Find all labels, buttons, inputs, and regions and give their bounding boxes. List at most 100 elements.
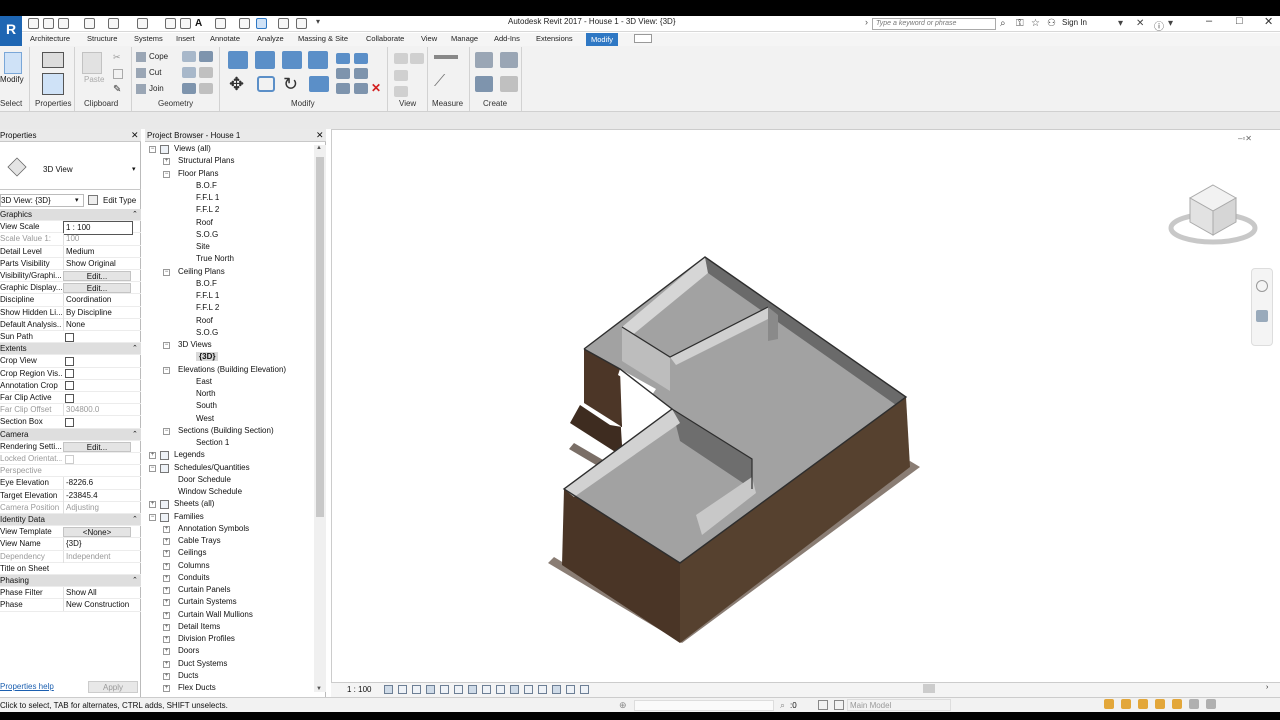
modify-tool-icon[interactable] <box>4 52 22 74</box>
expand-node-icon[interactable]: + <box>163 672 170 680</box>
property-value[interactable]: By Discipline <box>63 306 133 319</box>
browser-item[interactable]: F.F.L 2 <box>196 205 219 214</box>
close-window-icon[interactable]: ✕ <box>1264 15 1273 28</box>
collapse-group-icon[interactable]: ⌃ <box>132 515 138 523</box>
properties-close-icon[interactable]: ✕ <box>131 130 139 141</box>
browser-item[interactable]: East <box>196 377 212 386</box>
type-dropdown-icon[interactable]: ▾ <box>132 165 136 173</box>
detail-level-icon[interactable] <box>384 685 393 694</box>
browser-item[interactable]: 3D Views <box>178 340 212 349</box>
temporary-hide-icon[interactable] <box>496 685 505 694</box>
tab-architecture[interactable]: Architecture <box>30 34 70 43</box>
scroll-up-icon[interactable]: ▲ <box>316 145 322 151</box>
tab-view[interactable]: View <box>421 34 437 43</box>
expand-node-icon[interactable]: + <box>163 562 170 570</box>
browser-item[interactable]: Division Profiles <box>178 634 235 643</box>
view-window-controls[interactable]: –▫✕ <box>1238 134 1252 143</box>
join-icon[interactable] <box>136 84 146 94</box>
edit-type-button[interactable]: Edit Type <box>103 196 136 205</box>
copy-icon[interactable] <box>113 69 123 79</box>
browser-item[interactable]: Ceilings <box>178 548 206 557</box>
browser-item[interactable]: Families <box>174 512 204 521</box>
unlock-3d-icon[interactable] <box>482 685 491 694</box>
tab-massing-site[interactable]: Massing & Site <box>298 34 348 43</box>
browser-item[interactable]: F.F.L 2 <box>196 303 219 312</box>
expand-node-icon[interactable]: + <box>163 648 170 656</box>
browser-item[interactable]: Views (all) <box>174 144 211 153</box>
browser-item[interactable]: Elevations (Building Elevation) <box>178 365 286 374</box>
select-pinned-icon[interactable] <box>1138 699 1148 709</box>
browser-item[interactable]: Sheets (all) <box>174 499 214 508</box>
show-crop-icon[interactable] <box>468 685 477 694</box>
switch-windows-icon[interactable] <box>296 18 307 29</box>
scroll-down-icon[interactable]: ▼ <box>316 686 322 692</box>
select-links-icon[interactable] <box>1104 699 1114 709</box>
collapse-bar-icon[interactable] <box>580 685 589 694</box>
offset-icon[interactable] <box>255 51 275 69</box>
thin-lines-icon[interactable] <box>256 18 267 29</box>
expand-node-icon[interactable]: + <box>163 599 170 607</box>
unpin-icon[interactable] <box>354 83 368 94</box>
rotate-icon[interactable]: ↻ <box>283 74 298 95</box>
create-similar-icon[interactable] <box>500 76 518 92</box>
pin-icon[interactable] <box>336 83 350 94</box>
filter-icon[interactable] <box>1206 699 1216 709</box>
cope-icon[interactable] <box>136 52 146 62</box>
property-checkbox[interactable] <box>65 369 74 379</box>
property-edit-button[interactable]: Edit... <box>63 283 131 294</box>
delete-icon[interactable]: ✕ <box>371 81 381 95</box>
collapse-node-icon[interactable]: − <box>163 170 170 178</box>
property-edit-button[interactable]: Edit... <box>63 271 131 281</box>
property-group[interactable]: Extents ⌃ <box>0 343 141 356</box>
property-value[interactable]: -23845.4 <box>63 489 133 502</box>
browser-item[interactable]: South <box>196 401 217 410</box>
expand-node-icon[interactable]: + <box>163 685 170 692</box>
expand-node-icon[interactable]: + <box>163 587 170 594</box>
property-value[interactable]: Medium <box>63 245 133 258</box>
section-qat-icon[interactable] <box>239 18 250 29</box>
undo-icon[interactable] <box>84 18 95 29</box>
property-checkbox[interactable] <box>65 356 74 366</box>
default-3d-icon[interactable] <box>215 18 226 29</box>
remove-paint-icon[interactable] <box>199 67 213 78</box>
beam-join-icon[interactable] <box>199 83 213 94</box>
binoculars-icon[interactable]: ⌕ <box>1000 18 1006 29</box>
expand-node-icon[interactable]: + <box>163 158 170 166</box>
text-qat-icon[interactable]: A <box>195 18 206 29</box>
save-icon[interactable] <box>43 18 54 29</box>
tab-systems[interactable]: Systems <box>134 34 163 43</box>
drag-elements-icon[interactable] <box>1172 699 1182 709</box>
paint-icon[interactable] <box>199 51 213 62</box>
sign-in-link[interactable]: Sign In <box>1062 18 1087 27</box>
paste-icon[interactable] <box>82 52 102 74</box>
visual-style-icon[interactable] <box>398 685 407 694</box>
property-edit-button[interactable]: Edit... <box>63 441 131 452</box>
hide-analytical-icon[interactable] <box>538 685 547 694</box>
browser-item[interactable]: Columns <box>178 561 210 570</box>
expand-node-icon[interactable]: + <box>163 538 170 545</box>
create-parts-icon[interactable] <box>500 52 518 68</box>
filter-view-icon[interactable] <box>394 86 408 97</box>
workset-icon[interactable]: ⊕ <box>619 700 627 711</box>
property-checkbox[interactable] <box>65 381 74 391</box>
browser-item[interactable]: True North <box>196 254 234 263</box>
property-value[interactable]: Show All <box>63 587 133 600</box>
demolish-icon[interactable] <box>182 83 196 94</box>
horizontal-scroll-thumb[interactable] <box>923 684 935 693</box>
browser-item[interactable]: Conduits <box>178 573 210 582</box>
steering-wheel-icon[interactable] <box>1256 280 1268 292</box>
collapse-group-icon[interactable]: ⌃ <box>132 344 138 352</box>
cope-label[interactable]: Cope <box>149 52 168 61</box>
property-value[interactable]: -8226.6 <box>63 477 133 490</box>
browser-close-icon[interactable]: ✕ <box>316 130 324 141</box>
property-group[interactable]: Graphics ⌃ <box>0 209 141 222</box>
browser-item[interactable]: Window Schedule <box>178 487 242 496</box>
select-underlay-icon[interactable] <box>1121 699 1131 709</box>
instance-selector-dropdown-icon[interactable]: ▾ <box>75 196 79 204</box>
browser-item[interactable]: Curtain Systems <box>178 597 237 606</box>
expand-node-icon[interactable]: + <box>163 550 170 558</box>
ribbon-minimize-icon[interactable] <box>634 34 652 43</box>
property-group[interactable]: Identity Data ⌃ <box>0 514 141 527</box>
copy-modify-icon[interactable] <box>257 76 275 92</box>
highlight-displacement-icon[interactable] <box>552 685 561 694</box>
